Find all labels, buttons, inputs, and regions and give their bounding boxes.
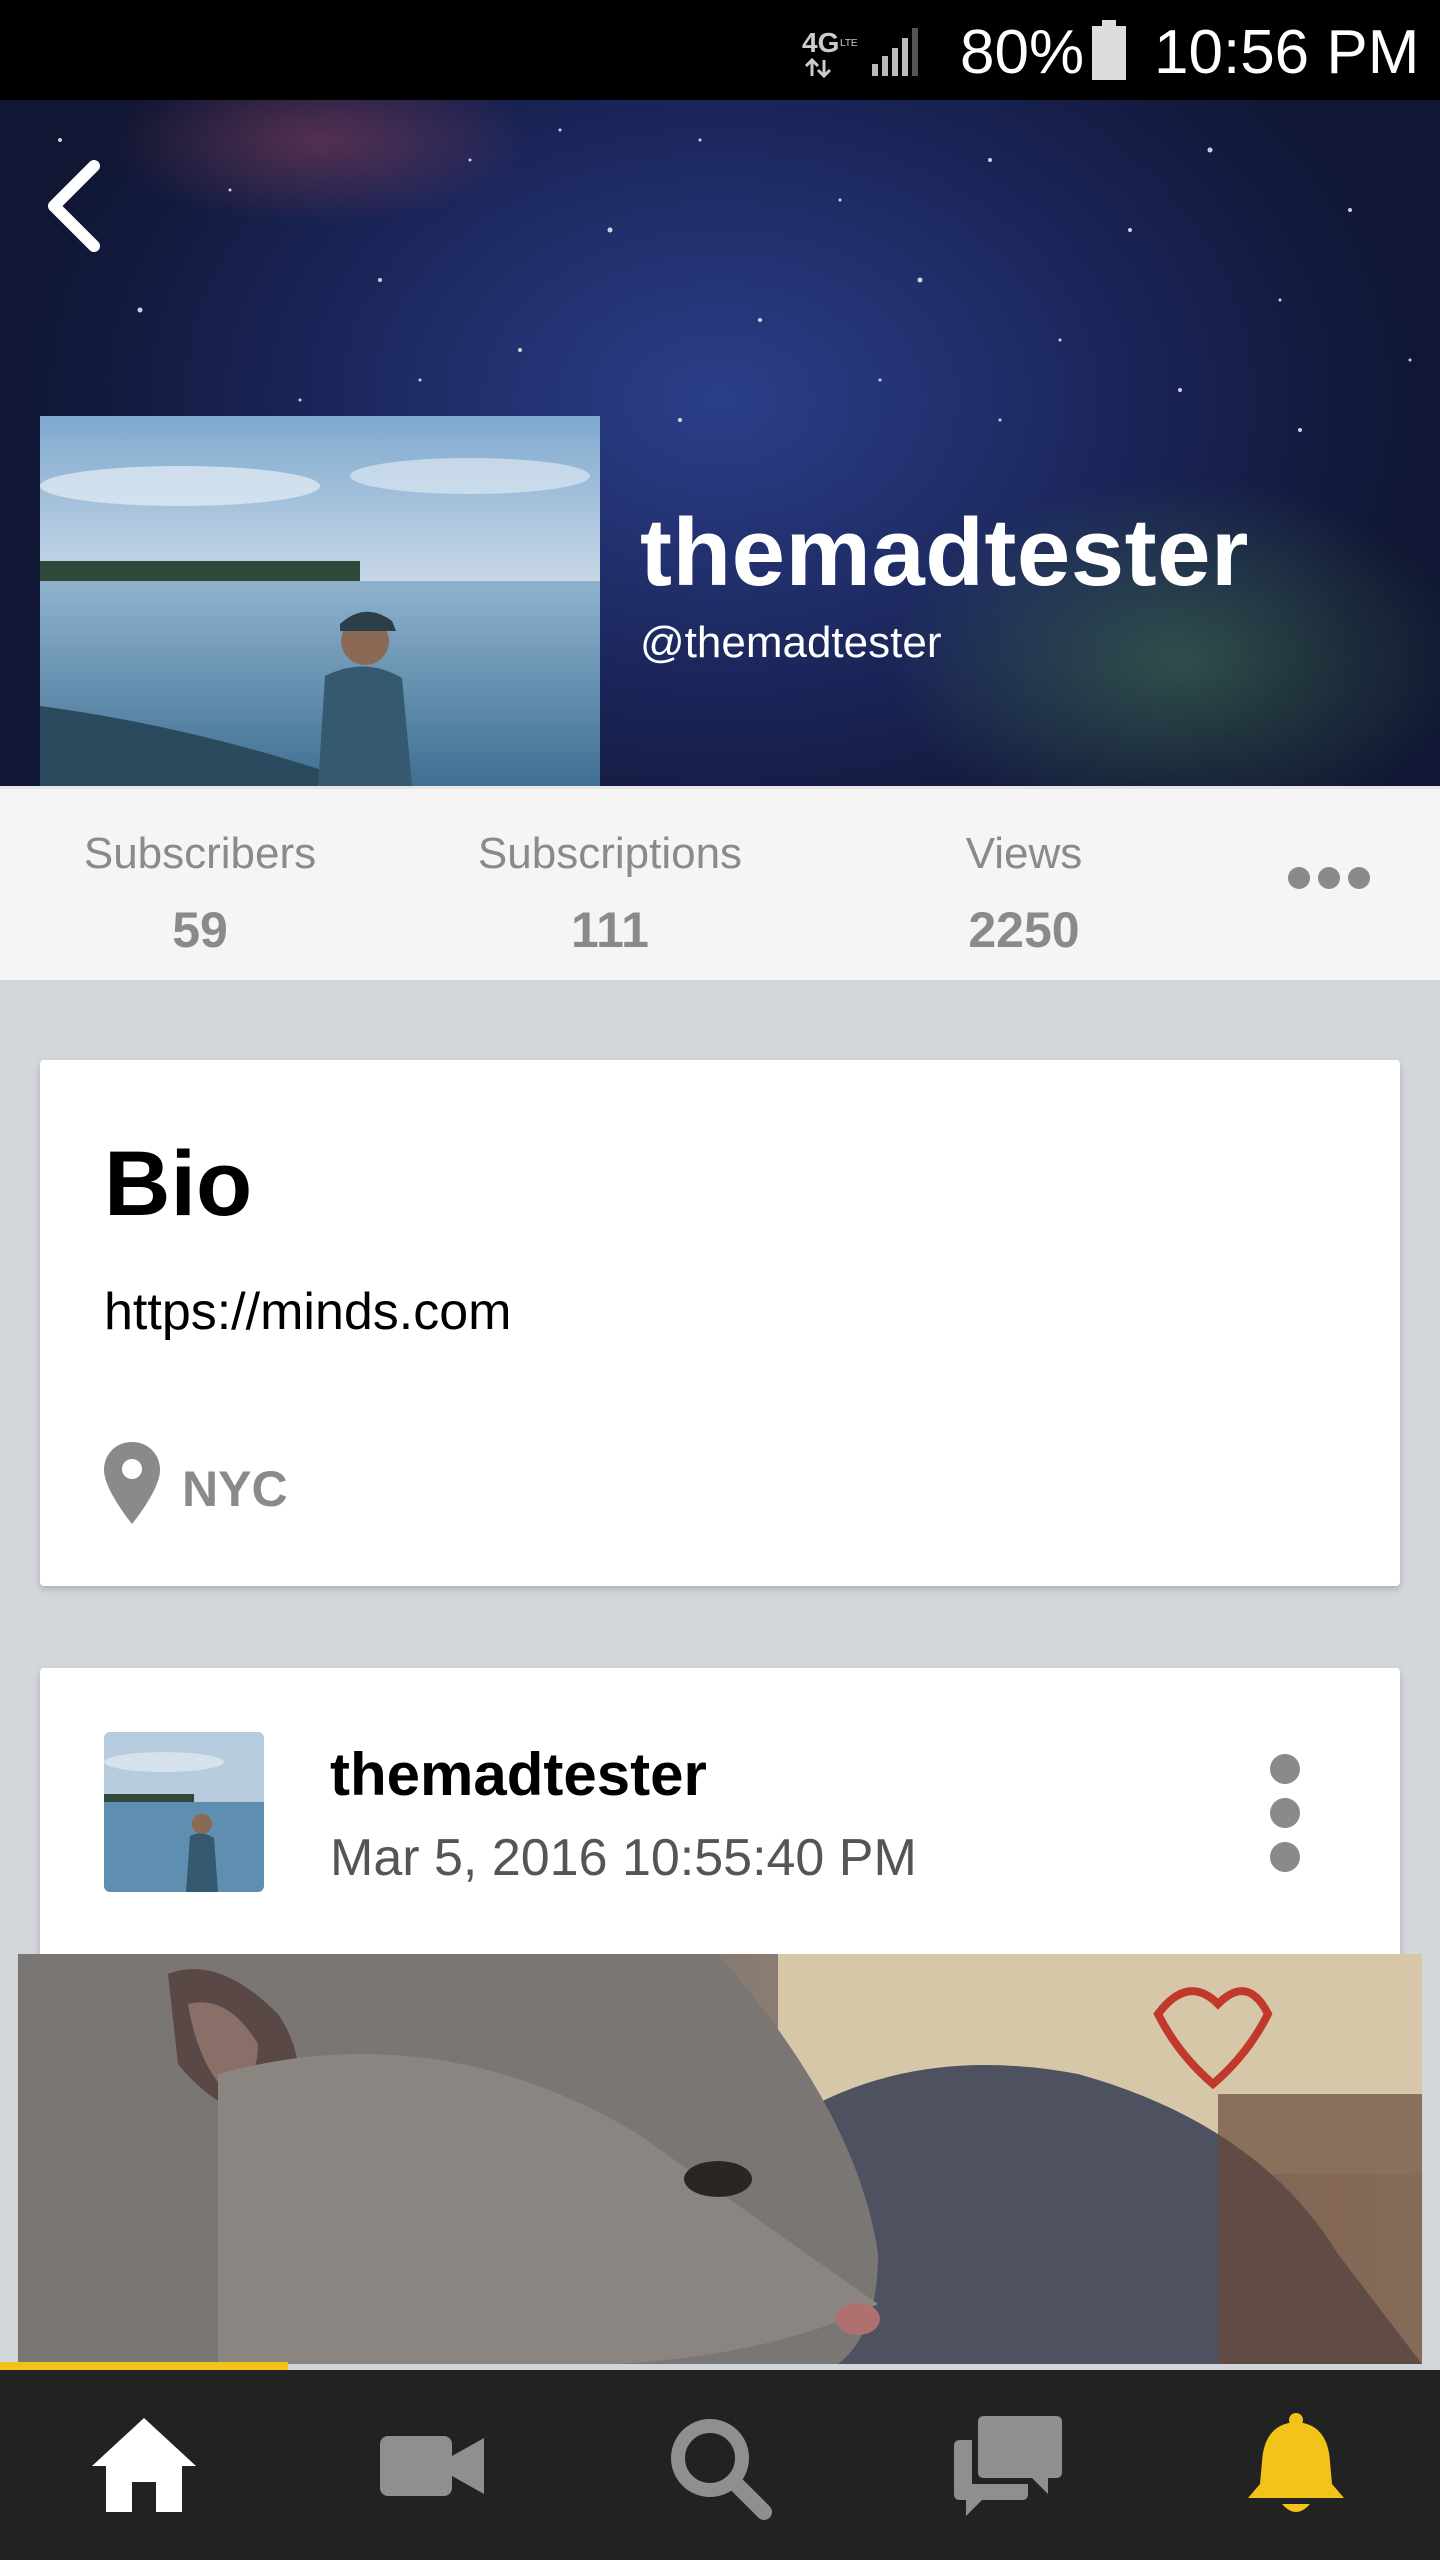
stat-views-label: Views bbox=[965, 829, 1083, 878]
profile-handle: @themadtester bbox=[640, 618, 942, 667]
video-camera-icon[interactable] bbox=[372, 2410, 492, 2520]
bio-title: Bio bbox=[104, 1133, 253, 1235]
status-bar: 4G LTE 80% 10:56 PM bbox=[0, 0, 1440, 100]
post-menu-button[interactable] bbox=[1260, 1754, 1310, 1874]
post-author-avatar-image bbox=[104, 1732, 264, 1892]
profile-avatar-image bbox=[40, 416, 600, 786]
stat-subscribers-value: 59 bbox=[172, 902, 228, 958]
stat-subscribers[interactable]: Subscribers 59 bbox=[60, 829, 340, 959]
svg-text:4G: 4G bbox=[802, 27, 839, 58]
more-options-button[interactable] bbox=[1284, 847, 1374, 907]
stat-views-value: 2250 bbox=[968, 902, 1080, 958]
stat-subscriptions-value: 111 bbox=[571, 902, 649, 958]
signal-icon bbox=[872, 28, 918, 76]
post-author-name[interactable]: themadtester bbox=[330, 1740, 707, 1809]
stat-subscriptions-label: Subscriptions bbox=[477, 829, 743, 878]
svg-text:LTE: LTE bbox=[840, 38, 858, 49]
more-vertical-icon bbox=[1270, 1754, 1300, 1784]
more-vertical-icon-dot bbox=[1270, 1842, 1300, 1872]
stat-subscribers-label: Subscribers bbox=[83, 829, 317, 878]
bio-link[interactable]: https://minds.com bbox=[104, 1282, 511, 1342]
profile-name: themadtester bbox=[640, 499, 1249, 606]
post-card: themadtester Mar 5, 2016 10:55:40 PM bbox=[40, 1668, 1400, 1968]
home-icon[interactable] bbox=[84, 2410, 204, 2520]
more-horizontal-icon-dot bbox=[1348, 867, 1370, 889]
more-horizontal-icon bbox=[1288, 867, 1310, 889]
bio-card: Bio https://minds.com NYC bbox=[40, 1060, 1400, 1586]
search-icon[interactable] bbox=[660, 2410, 780, 2520]
stat-subscriptions[interactable]: Subscriptions 111 bbox=[460, 829, 760, 959]
post-timestamp: Mar 5, 2016 10:55:40 PM bbox=[330, 1829, 917, 1887]
bottom-navigation bbox=[0, 2370, 1440, 2560]
profile-avatar[interactable] bbox=[40, 416, 600, 786]
more-horizontal-icon-dot bbox=[1318, 867, 1340, 889]
profile-banner: themadtester @themadtester bbox=[0, 100, 1440, 786]
post-image-content bbox=[18, 1954, 1422, 2364]
battery-percentage: 80% bbox=[960, 18, 1085, 87]
bio-location: NYC bbox=[182, 1461, 288, 1517]
network-4g-icon: 4G LTE bbox=[802, 27, 858, 78]
map-pin-icon bbox=[104, 1442, 160, 1524]
stats-bar: Subscribers 59 Subscriptions 111 Views 2… bbox=[0, 786, 1440, 980]
chat-icon[interactable] bbox=[948, 2410, 1068, 2520]
status-clock: 10:56 PM bbox=[1154, 18, 1420, 87]
bell-icon[interactable] bbox=[1236, 2410, 1356, 2520]
post-image[interactable] bbox=[18, 1954, 1422, 2364]
battery-icon bbox=[1092, 20, 1126, 80]
post-author-avatar[interactable] bbox=[104, 1732, 264, 1892]
stat-views[interactable]: Views 2250 bbox=[884, 829, 1164, 959]
loading-progress-bar bbox=[0, 2362, 288, 2370]
back-button[interactable] bbox=[36, 156, 116, 256]
more-vertical-icon-dot bbox=[1270, 1798, 1300, 1828]
